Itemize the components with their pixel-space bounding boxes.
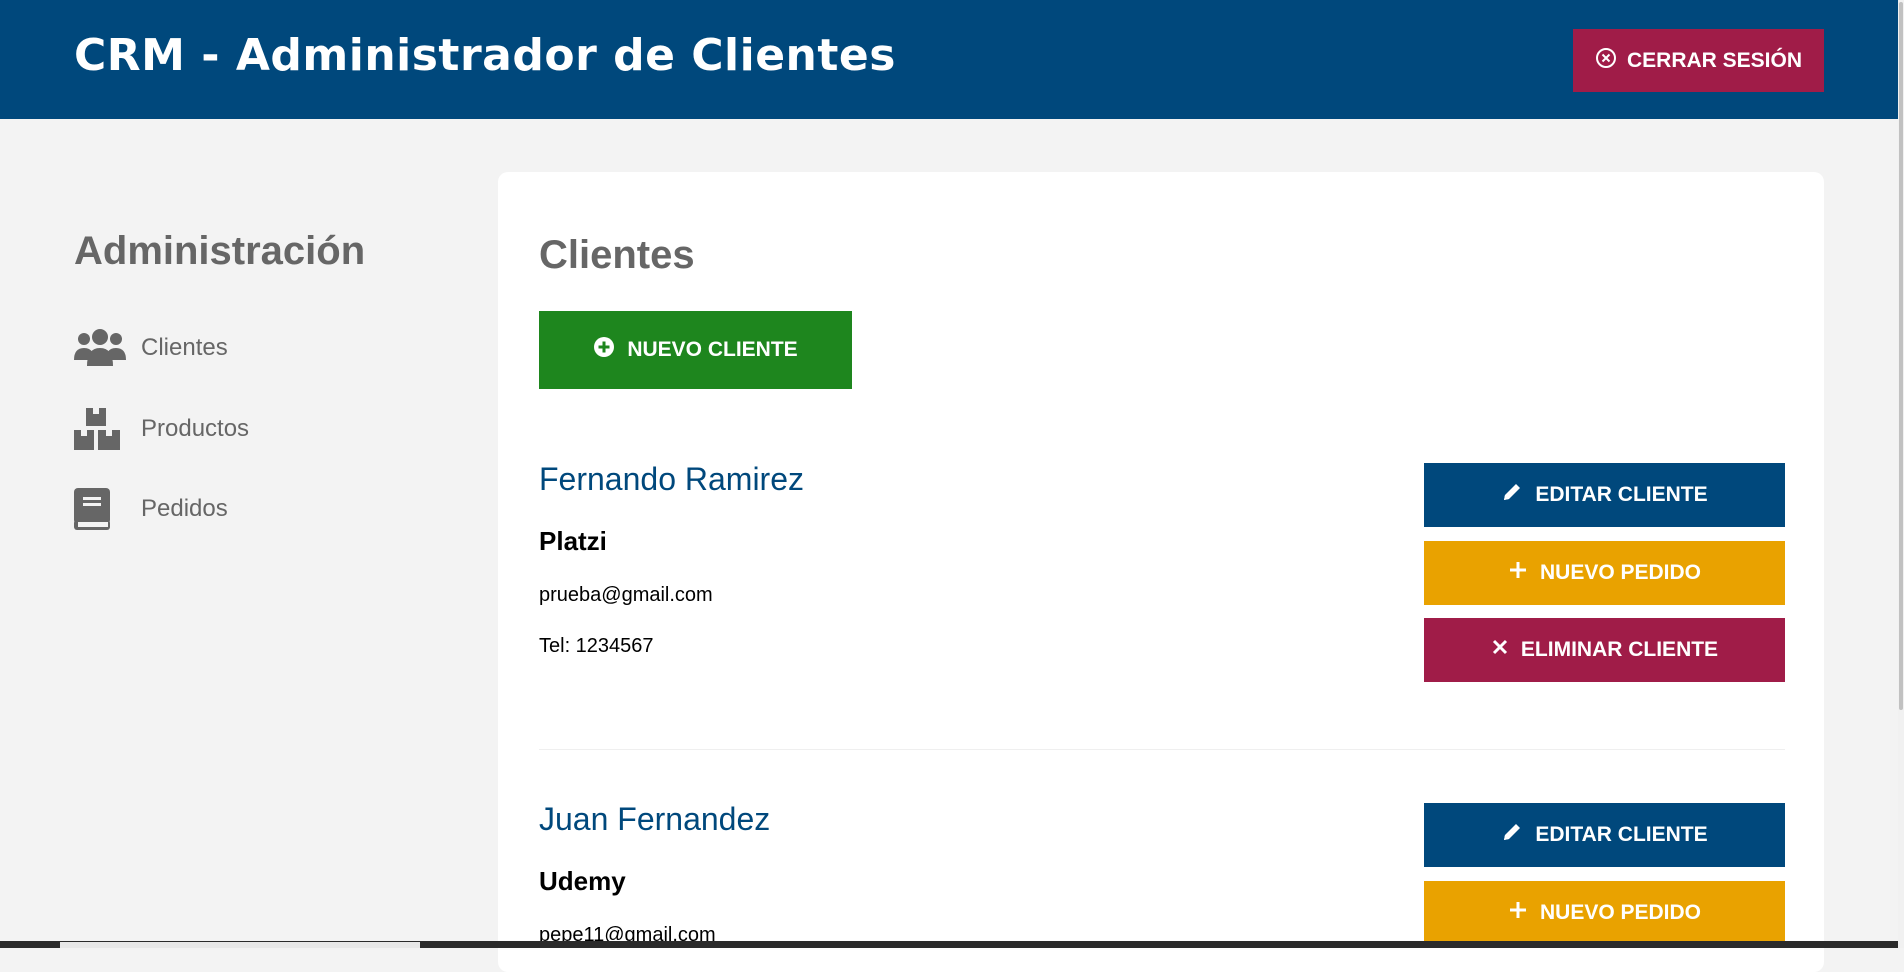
app-title: CRM - Administrador de Clientes <box>74 30 896 81</box>
pencil-icon <box>1501 481 1523 509</box>
logout-button[interactable]: Cerrar Sesión <box>1573 29 1824 92</box>
client-name: Fernando Ramirez <box>539 461 804 497</box>
edit-client-button[interactable]: Editar Cliente <box>1424 803 1785 867</box>
pencil-icon <box>1501 821 1523 849</box>
edit-client-button[interactable]: Editar Cliente <box>1424 463 1785 527</box>
sidebar-item-pedidos[interactable]: Pedidos <box>74 485 228 533</box>
delete-client-label: Eliminar Cliente <box>1520 638 1719 661</box>
vertical-scrollbar-thumb[interactable] <box>1899 2 1903 710</box>
horizontal-scrollbar-thumb[interactable] <box>60 942 420 948</box>
book-icon <box>74 485 126 533</box>
sidebar-item-label: Productos <box>141 415 250 442</box>
sidebar-item-productos[interactable]: Productos <box>74 405 249 453</box>
plus-circle-icon <box>593 336 615 364</box>
logout-label: Cerrar Sesión <box>1626 48 1803 72</box>
sidebar-item-label: Pedidos <box>141 495 228 522</box>
plus-icon <box>1508 560 1528 586</box>
circle-x-icon <box>1595 47 1617 75</box>
users-icon <box>74 324 126 372</box>
client-name: Juan Fernandez <box>539 801 771 837</box>
app-header: CRM - Administrador de Clientes Cerrar S… <box>0 0 1898 119</box>
new-order-button[interactable]: Nuevo Pedido <box>1424 541 1785 605</box>
sidebar-item-label: Clientes <box>141 334 228 361</box>
sidebar-item-clientes[interactable]: Clientes <box>74 324 228 372</box>
client-divider <box>539 749 1785 750</box>
delete-client-button[interactable]: Eliminar Cliente <box>1424 618 1785 682</box>
client-email: prueba@gmail.com <box>539 584 713 606</box>
new-client-button[interactable]: Nuevo Cliente <box>539 311 852 389</box>
client-phone: Tel: 1234567 <box>539 635 654 657</box>
plus-icon <box>1508 900 1528 926</box>
sidebar-title: Administración <box>74 229 366 273</box>
close-icon <box>1491 638 1509 662</box>
new-order-label: Nuevo Pedido <box>1539 901 1702 924</box>
edit-client-label: Editar Cliente <box>1535 823 1708 846</box>
new-order-label: Nuevo Pedido <box>1539 561 1702 584</box>
boxes-icon <box>74 405 126 453</box>
client-company: Platzi <box>539 526 607 556</box>
new-order-button[interactable]: Nuevo Pedido <box>1424 881 1785 945</box>
edit-client-label: Editar Cliente <box>1535 483 1708 506</box>
page-title: Clientes <box>539 233 695 277</box>
new-client-label: Nuevo Cliente <box>627 338 798 361</box>
client-company: Udemy <box>539 866 626 896</box>
